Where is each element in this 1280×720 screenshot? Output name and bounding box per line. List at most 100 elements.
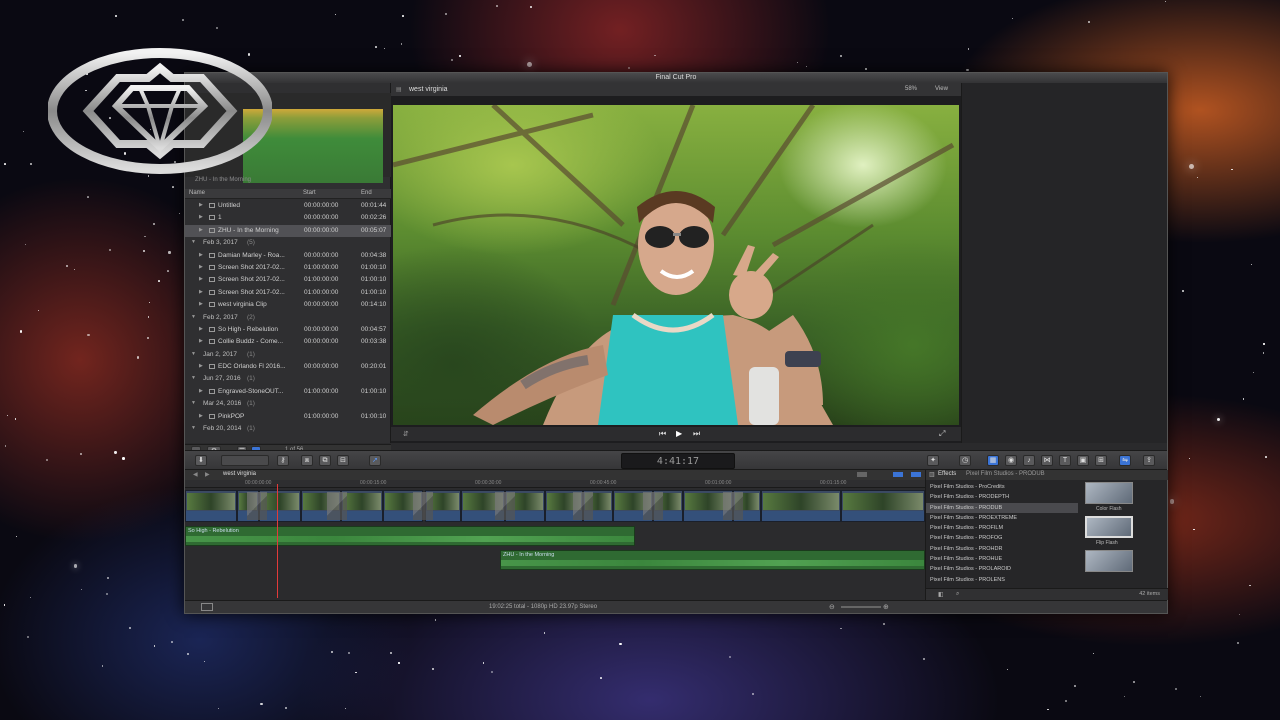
viewer-zoom[interactable]: 58%	[905, 86, 917, 92]
titles-icon[interactable]: T	[1059, 455, 1071, 466]
audio-clip-so-high[interactable]: So High - Rebelution	[185, 526, 635, 546]
sidebar-toggle-icon[interactable]: ▥	[929, 471, 935, 478]
effects-category-item[interactable]: Pixel Film Studios - PROFILM	[926, 523, 1078, 533]
effects-category-item[interactable]: Pixel Film Studios - PRODEPTH	[926, 492, 1078, 502]
import-icon[interactable]: ⬇	[195, 455, 207, 466]
effects-category-item[interactable]: Pixel Film Studios - PROLENS	[926, 575, 1078, 585]
video-clip[interactable]	[185, 490, 237, 522]
connect-clip-icon[interactable]: ⧈	[301, 455, 313, 466]
transition[interactable]	[723, 492, 743, 520]
zoom-slider[interactable]	[841, 606, 881, 608]
transition[interactable]	[495, 492, 515, 520]
select-tool-icon[interactable]: ➚	[369, 455, 381, 466]
zoom-out-icon[interactable]: ⊖	[829, 603, 835, 611]
effects-category-item[interactable]: Pixel Film Studios - PROHUE	[926, 554, 1078, 564]
enhance-icon[interactable]: ✦	[927, 455, 939, 466]
browser-row[interactable]: ▶ PinkPOP 01:00:00:00 01:00:10	[185, 411, 391, 423]
disclosure-right-icon[interactable]: ▶	[199, 227, 203, 233]
date-group-row[interactable]: ▼ Jan 2, 2017 (1)	[185, 349, 391, 361]
browser-row[interactable]: ▶ ZHU - In the Morning 00:00:00:00 00:05:07	[185, 224, 391, 238]
viewer-view-menu[interactable]: View	[935, 86, 948, 92]
browser-row[interactable]: ▶ Collie Buddz - Come... 00:00:00:00 00:03:…	[185, 336, 391, 348]
effect-thumbnail[interactable]	[1085, 516, 1133, 538]
effects-category-item[interactable]: Pixel Film Studios - PROFOG	[926, 533, 1078, 543]
photos-icon[interactable]: ◉	[1005, 455, 1017, 466]
keyword-button[interactable]	[221, 455, 269, 466]
browser-row[interactable]: ▶ 1 00:00:00:00 00:02:26	[185, 212, 391, 224]
transition[interactable]	[643, 492, 663, 520]
column-end[interactable]: End	[361, 190, 372, 196]
video-clip[interactable]	[341, 490, 383, 522]
playhead[interactable]	[277, 484, 278, 598]
browser-row[interactable]: ▶ Damian Marley - Roa... 00:00:00:00 00:04:…	[185, 250, 391, 262]
fullscreen-icon[interactable]: ⤢	[939, 429, 945, 439]
transition[interactable]	[327, 492, 347, 520]
transitions-icon[interactable]: ⋈	[1041, 455, 1053, 466]
search-icon[interactable]: ⌕	[956, 591, 959, 598]
browser-row[interactable]: ▶ Screen Shot 2017-02... 01:00:00:00 01:00:…	[185, 287, 391, 299]
disclosure-right-icon[interactable]: ▶	[199, 413, 203, 419]
date-group-row[interactable]: ▼ Feb 3, 2017 (5)	[185, 237, 391, 249]
disclosure-right-icon[interactable]: ▶	[199, 388, 203, 394]
browser-row[interactable]: ▶ Screen Shot 2017-02... 01:00:00:00 01:00:…	[185, 274, 391, 286]
snapping-icon[interactable]	[911, 472, 921, 477]
themes-icon[interactable]: ⊞	[1095, 455, 1107, 466]
browser-row[interactable]: ▶ EDC Orlando Fl 2016... 00:00:00:00 00:20:…	[185, 361, 391, 373]
date-group-row[interactable]: ▼ Feb 20, 2014 (1)	[185, 423, 391, 435]
timeline-ruler[interactable]: 00:00:00:00 00:00:15:00 00:00:30:00 00:00:4…	[185, 480, 925, 488]
video-clip[interactable]	[761, 490, 841, 522]
transition[interactable]	[413, 492, 433, 520]
effects-category-item[interactable]: Pixel Film Studios - ProCredits	[926, 482, 1078, 492]
disclosure-down-icon[interactable]: ▼	[191, 425, 196, 431]
effects-sidebar-icon[interactable]: ◧	[938, 591, 944, 598]
browser-row[interactable]: ▶ west virginia Clip 00:00:00:00 00:14:10	[185, 299, 391, 311]
disclosure-down-icon[interactable]: ▼	[191, 400, 196, 406]
browser-row[interactable]: ▶ Untitled 00:00:00:00 00:01:44	[185, 200, 391, 212]
music-icon[interactable]: ♪	[1023, 455, 1035, 466]
viewer-options-icon[interactable]: ⇵	[403, 430, 409, 438]
effects-category-item[interactable]: Pixel Film Studios - PROLAROID	[926, 564, 1078, 574]
key-icon[interactable]: ⚷	[277, 455, 289, 466]
effects-category-item[interactable]: Pixel Film Studios - PROHDR	[926, 544, 1078, 554]
effects-category-item[interactable]: Pixel Film Studios - PROEXTREME	[926, 513, 1078, 523]
date-group-row[interactable]: ▼ Mar 24, 2016 (1)	[185, 398, 391, 410]
generators-icon[interactable]: ▣	[1077, 455, 1089, 466]
disclosure-right-icon[interactable]: ▶	[199, 326, 203, 332]
clip-appearance-icon[interactable]	[857, 472, 867, 477]
audio-clip-zhu[interactable]: ZHU - In the Morning	[500, 550, 925, 570]
retime-icon[interactable]: ◷	[959, 455, 971, 466]
video-frame[interactable]	[393, 105, 959, 425]
timeline-forward-icon[interactable]: ▶	[205, 471, 210, 478]
transition[interactable]	[573, 492, 593, 520]
disclosure-right-icon[interactable]: ▶	[199, 264, 203, 270]
transition[interactable]	[247, 492, 267, 520]
browser-row[interactable]: ▶ Screen Shot 2017-02... 01:00:00:00 01:00:…	[185, 262, 391, 274]
disclosure-right-icon[interactable]: ▶	[199, 301, 203, 307]
share-icon[interactable]: ⇪	[1143, 455, 1155, 466]
date-group-row[interactable]: ▼ Feb 2, 2017 (2)	[185, 312, 391, 324]
browser-row[interactable]: ▶ So High - Rebelution 00:00:00:00 00:04:57	[185, 324, 391, 336]
disclosure-right-icon[interactable]: ▶	[199, 214, 203, 220]
disclosure-right-icon[interactable]: ▶	[199, 289, 203, 295]
disclosure-right-icon[interactable]: ▶	[199, 338, 203, 344]
effects-browser-icon[interactable]: ▦	[987, 455, 999, 466]
inspector-icon[interactable]: ⇋	[1119, 455, 1131, 466]
disclosure-down-icon[interactable]: ▼	[191, 351, 196, 357]
effect-thumbnail[interactable]	[1085, 482, 1133, 504]
column-name[interactable]: Name	[189, 190, 205, 196]
video-clip[interactable]	[841, 490, 925, 522]
date-group-row[interactable]: ▼ Jun 27, 2016 (1)	[185, 373, 391, 385]
skimming-icon[interactable]	[893, 472, 903, 477]
zoom-in-icon[interactable]: ⊕	[883, 603, 889, 611]
disclosure-right-icon[interactable]: ▶	[199, 202, 203, 208]
disclosure-right-icon[interactable]: ▶	[199, 252, 203, 258]
effects-category-item[interactable]: Pixel Film Studios - PRODUB	[926, 502, 1078, 513]
timeline-back-icon[interactable]: ◀	[193, 471, 198, 478]
play-icon[interactable]: ▶	[676, 429, 682, 438]
disclosure-down-icon[interactable]: ▼	[191, 239, 196, 245]
disclosure-down-icon[interactable]: ▼	[191, 314, 196, 320]
insert-clip-icon[interactable]: ⧉	[319, 455, 331, 466]
viewer-menu-icon[interactable]: ▤	[396, 86, 402, 93]
effect-thumbnail[interactable]	[1085, 550, 1133, 572]
browser-row[interactable]: ▶ Engraved-StoneOUT... 01:00:00:00 01:00:10	[185, 386, 391, 398]
